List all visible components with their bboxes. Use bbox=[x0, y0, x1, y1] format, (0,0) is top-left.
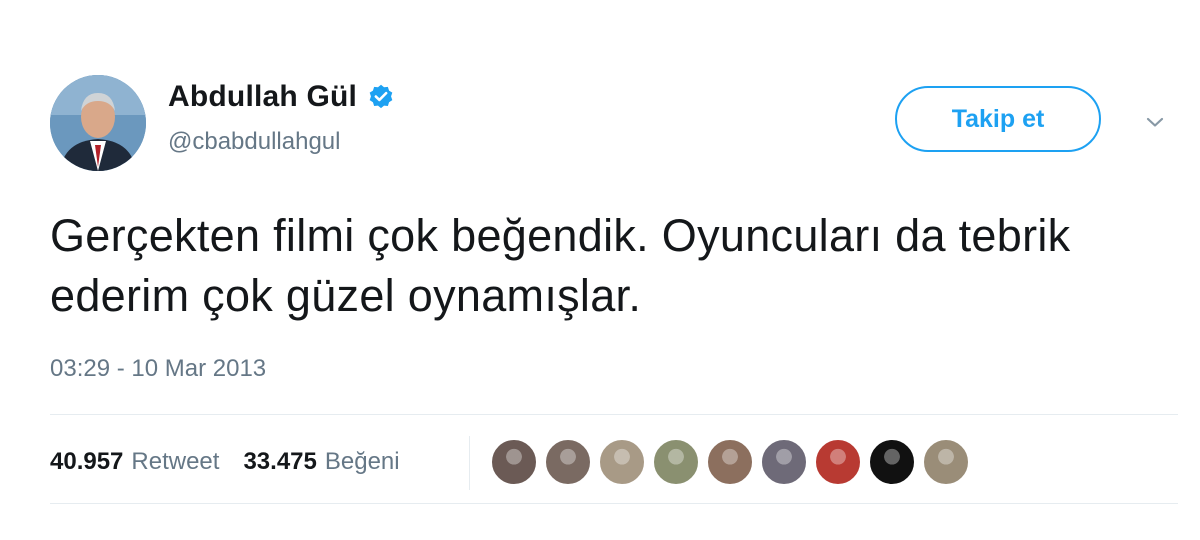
display-name[interactable]: Abdullah Gül bbox=[168, 80, 357, 114]
chevron-down-icon[interactable] bbox=[1143, 110, 1167, 134]
liker-avatar[interactable] bbox=[598, 438, 646, 486]
like-count: 33.475 bbox=[243, 448, 317, 475]
retweet-label: Retweet bbox=[131, 448, 220, 475]
liker-avatar[interactable] bbox=[706, 438, 754, 486]
divider bbox=[50, 503, 1178, 504]
liker-avatars bbox=[490, 438, 976, 486]
handle[interactable]: @cbabdullahgul bbox=[168, 128, 341, 156]
liker-avatar[interactable] bbox=[814, 438, 862, 486]
liker-avatar[interactable] bbox=[652, 438, 700, 486]
liker-avatar[interactable] bbox=[544, 438, 592, 486]
retweet-stat[interactable]: 40.957 Retweet bbox=[50, 448, 219, 476]
retweet-count: 40.957 bbox=[50, 448, 124, 475]
follow-button[interactable]: Takip et bbox=[895, 86, 1101, 152]
timestamp[interactable]: 03:29 - 10 Mar 2013 bbox=[50, 355, 266, 383]
liker-avatar[interactable] bbox=[868, 438, 916, 486]
liker-avatar[interactable] bbox=[490, 438, 538, 486]
verified-badge-icon bbox=[367, 83, 395, 111]
tweet-card: Abdullah Gül @cbabdullahgul Takip et Ger… bbox=[0, 0, 1200, 540]
stats-separator bbox=[469, 436, 470, 490]
avatar[interactable] bbox=[50, 75, 146, 171]
avatar-image bbox=[50, 75, 146, 171]
like-label: Beğeni bbox=[324, 448, 400, 475]
author-name-row: Abdullah Gül bbox=[168, 80, 395, 114]
tweet-stats: 40.957 Retweet 33.475 Beğeni bbox=[50, 448, 400, 476]
liker-avatar[interactable] bbox=[760, 438, 808, 486]
divider bbox=[50, 414, 1178, 415]
tweet-text: Gerçekten filmi çok beğendik. Oyuncuları… bbox=[50, 210, 1071, 321]
like-stat[interactable]: 33.475 Beğeni bbox=[243, 448, 399, 476]
liker-avatar[interactable] bbox=[922, 438, 970, 486]
